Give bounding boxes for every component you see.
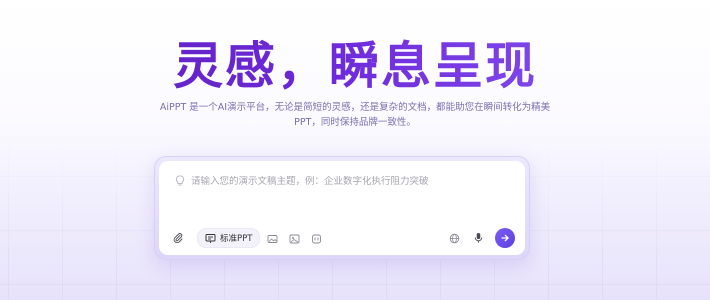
microphone-icon[interactable] [469, 229, 487, 247]
lightbulb-icon [175, 175, 185, 187]
ppt-mode-icon [204, 232, 216, 244]
template-mode-button[interactable] [306, 229, 326, 247]
send-button[interactable] [495, 228, 515, 248]
prompt-input[interactable] [191, 175, 509, 187]
mode-selector: 标准PPT [197, 228, 326, 248]
image-mode-button[interactable] [262, 229, 282, 247]
paperclip-icon[interactable] [169, 229, 187, 247]
arrow-right-icon [500, 233, 510, 243]
prompt-card-inner: 标准PPT [159, 161, 525, 255]
picture-frame-icon [289, 229, 300, 248]
mode-standard-ppt-button[interactable]: 标准PPT [197, 228, 261, 248]
page-title: 灵感，瞬息呈现 [0, 36, 710, 96]
mode-standard-ppt-label: 标准PPT [220, 234, 253, 244]
image-icon [267, 229, 278, 248]
page-subtitle: AiPPT 是一个AI演示平台，无论是简短的灵感，还是复杂的文档，都能助您在瞬间… [159, 102, 551, 128]
picture-mode-button[interactable] [284, 229, 304, 247]
globe-icon[interactable] [445, 229, 463, 247]
prompt-toolbar: 标准PPT [169, 227, 515, 249]
prompt-card: 标准PPT [154, 156, 530, 260]
prompt-row [175, 173, 509, 189]
template-icon [311, 229, 322, 248]
